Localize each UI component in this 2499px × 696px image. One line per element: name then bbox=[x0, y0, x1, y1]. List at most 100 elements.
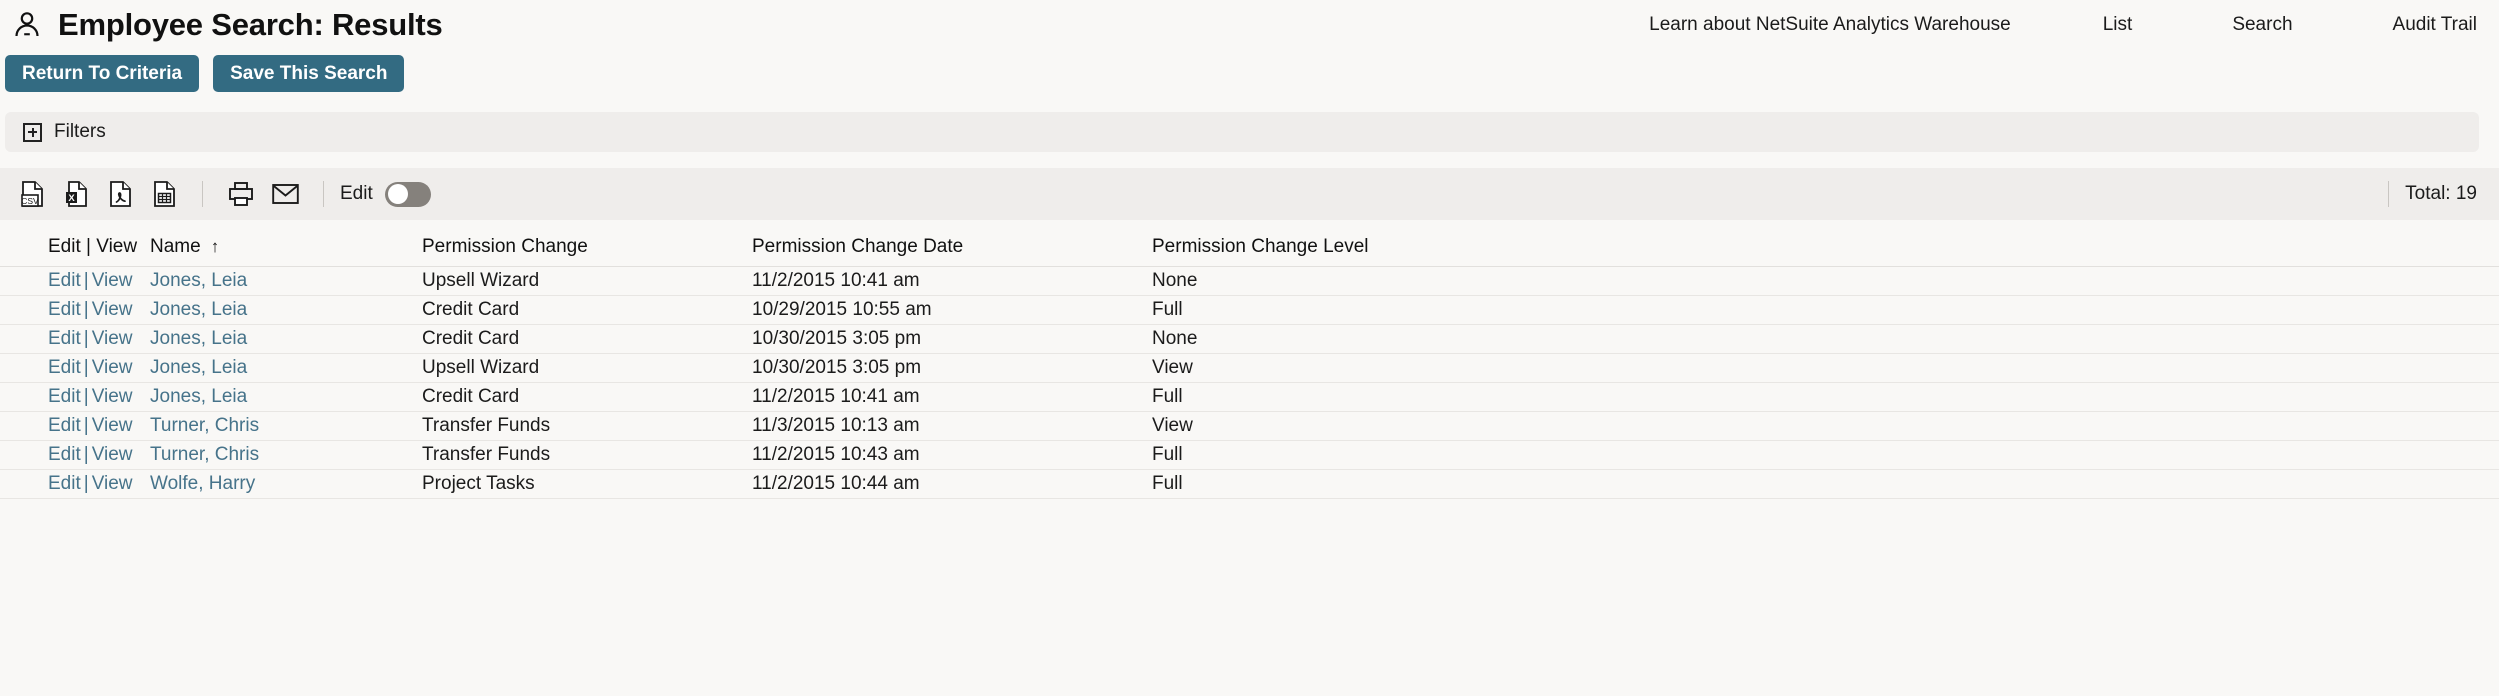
page-header: Employee Search: Results Learn about Net… bbox=[0, 0, 2499, 50]
row-view-link[interactable]: View bbox=[92, 299, 133, 320]
row-permission-change-date-cell: 11/3/2015 10:13 am bbox=[752, 411, 1152, 440]
row-permission-change-date-cell: 11/2/2015 10:44 am bbox=[752, 469, 1152, 498]
row-actions-cell: Edit|View bbox=[0, 353, 150, 382]
row-name-cell: Jones, Leia bbox=[150, 324, 422, 353]
row-permission-change-level-cell: Full bbox=[1152, 469, 2499, 498]
row-name-cell: Jones, Leia bbox=[150, 295, 422, 324]
print-icon[interactable] bbox=[219, 176, 263, 212]
column-header-permission-change-level[interactable]: Permission Change Level bbox=[1152, 220, 2499, 266]
column-header-edit-view[interactable]: Edit | View bbox=[0, 220, 150, 266]
row-permission-change-date-cell: 11/2/2015 10:41 am bbox=[752, 382, 1152, 411]
toggle-knob bbox=[388, 184, 408, 204]
nav-search[interactable]: Search bbox=[2232, 10, 2292, 40]
row-permission-change-level-cell: Full bbox=[1152, 440, 2499, 469]
row-edit-link[interactable]: Edit bbox=[48, 444, 81, 465]
save-this-search-button[interactable]: Save This Search bbox=[213, 55, 404, 92]
email-icon[interactable] bbox=[263, 176, 307, 212]
nav-learn-analytics[interactable]: Learn about NetSuite Analytics Warehouse bbox=[1649, 10, 2011, 40]
export-csv-icon[interactable]: CSV bbox=[10, 176, 54, 212]
row-name-link[interactable]: Turner, Chris bbox=[150, 415, 259, 436]
row-action-separator: | bbox=[81, 415, 92, 436]
row-name-link[interactable]: Turner, Chris bbox=[150, 444, 259, 465]
row-view-link[interactable]: View bbox=[92, 386, 133, 407]
row-edit-link[interactable]: Edit bbox=[48, 415, 81, 436]
filters-bar[interactable]: Filters bbox=[5, 112, 2479, 152]
row-edit-link[interactable]: Edit bbox=[48, 473, 81, 494]
row-name-link[interactable]: Jones, Leia bbox=[150, 386, 247, 407]
header-nav: Learn about NetSuite Analytics Warehouse… bbox=[1649, 10, 2477, 40]
row-name-link[interactable]: Wolfe, Harry bbox=[150, 473, 255, 494]
row-name-link[interactable]: Jones, Leia bbox=[150, 328, 247, 349]
export-spreadsheet-icon[interactable] bbox=[142, 176, 186, 212]
row-permission-change-level-cell: Full bbox=[1152, 295, 2499, 324]
edit-mode-toggle[interactable] bbox=[385, 182, 431, 207]
row-actions-cell: Edit|View bbox=[0, 411, 150, 440]
table-row: Edit|ViewWolfe, HarryProject Tasks11/2/2… bbox=[0, 469, 2499, 498]
row-permission-change-cell: Upsell Wizard bbox=[422, 266, 752, 295]
toolbar-right-group: Total: 19 bbox=[2372, 181, 2477, 207]
nav-list[interactable]: List bbox=[2103, 10, 2133, 40]
page-title: Employee Search: Results bbox=[58, 7, 443, 43]
row-permission-change-cell: Credit Card bbox=[422, 295, 752, 324]
row-view-link[interactable]: View bbox=[92, 357, 133, 378]
row-actions-cell: Edit|View bbox=[0, 295, 150, 324]
row-action-separator: | bbox=[81, 299, 92, 320]
toolbar-separator-3 bbox=[2388, 181, 2389, 207]
row-name-link[interactable]: Jones, Leia bbox=[150, 357, 247, 378]
row-permission-change-date-cell: 11/2/2015 10:41 am bbox=[752, 266, 1152, 295]
row-edit-link[interactable]: Edit bbox=[48, 299, 81, 320]
results-toolbar: CSV X bbox=[0, 168, 2499, 220]
export-pdf-icon[interactable] bbox=[98, 176, 142, 212]
return-to-criteria-button[interactable]: Return To Criteria bbox=[5, 55, 199, 92]
row-name-cell: Turner, Chris bbox=[150, 411, 422, 440]
row-name-cell: Jones, Leia bbox=[150, 266, 422, 295]
row-name-link[interactable]: Jones, Leia bbox=[150, 270, 247, 291]
table-row: Edit|ViewJones, LeiaCredit Card11/2/2015… bbox=[0, 382, 2499, 411]
results-table-head: Edit | View Name↑ Permission Change Perm… bbox=[0, 220, 2499, 266]
row-view-link[interactable]: View bbox=[92, 473, 133, 494]
title-group: Employee Search: Results bbox=[12, 7, 443, 43]
row-permission-change-level-cell: View bbox=[1152, 353, 2499, 382]
column-header-name[interactable]: Name↑ bbox=[150, 220, 422, 266]
row-actions-cell: Edit|View bbox=[0, 469, 150, 498]
edit-toggle-group: Edit bbox=[340, 182, 431, 207]
row-view-link[interactable]: View bbox=[92, 328, 133, 349]
row-action-separator: | bbox=[81, 328, 92, 349]
table-row: Edit|ViewJones, LeiaUpsell Wizard10/30/2… bbox=[0, 353, 2499, 382]
row-permission-change-level-cell: None bbox=[1152, 324, 2499, 353]
plus-box-icon[interactable] bbox=[23, 123, 42, 142]
row-name-cell: Turner, Chris bbox=[150, 440, 422, 469]
export-excel-icon[interactable]: X bbox=[54, 176, 98, 212]
row-name-cell: Jones, Leia bbox=[150, 353, 422, 382]
row-permission-change-cell: Credit Card bbox=[422, 382, 752, 411]
action-button-row: Return To Criteria Save This Search bbox=[0, 50, 2499, 98]
results-table-wrapper: Edit | View Name↑ Permission Change Perm… bbox=[0, 220, 2499, 499]
row-action-separator: | bbox=[81, 386, 92, 407]
column-header-permission-change-date[interactable]: Permission Change Date bbox=[752, 220, 1152, 266]
sort-ascending-icon[interactable]: ↑ bbox=[201, 237, 220, 256]
table-row: Edit|ViewTurner, ChrisTransfer Funds11/3… bbox=[0, 411, 2499, 440]
column-header-permission-change[interactable]: Permission Change bbox=[422, 220, 752, 266]
row-edit-link[interactable]: Edit bbox=[48, 328, 81, 349]
table-header-row: Edit | View Name↑ Permission Change Perm… bbox=[0, 220, 2499, 266]
row-view-link[interactable]: View bbox=[92, 270, 133, 291]
row-permission-change-cell: Transfer Funds bbox=[422, 411, 752, 440]
row-edit-link[interactable]: Edit bbox=[48, 386, 81, 407]
svg-text:X: X bbox=[68, 193, 75, 204]
row-actions-cell: Edit|View bbox=[0, 324, 150, 353]
row-action-separator: | bbox=[81, 473, 92, 494]
row-action-separator: | bbox=[81, 444, 92, 465]
row-permission-change-date-cell: 11/2/2015 10:43 am bbox=[752, 440, 1152, 469]
row-edit-link[interactable]: Edit bbox=[48, 270, 81, 291]
row-permission-change-cell: Project Tasks bbox=[422, 469, 752, 498]
filters-label: Filters bbox=[54, 121, 106, 143]
row-name-cell: Wolfe, Harry bbox=[150, 469, 422, 498]
row-edit-link[interactable]: Edit bbox=[48, 357, 81, 378]
row-action-separator: | bbox=[81, 357, 92, 378]
nav-audit-trail[interactable]: Audit Trail bbox=[2393, 10, 2477, 40]
row-actions-cell: Edit|View bbox=[0, 382, 150, 411]
row-view-link[interactable]: View bbox=[92, 415, 133, 436]
row-view-link[interactable]: View bbox=[92, 444, 133, 465]
row-name-link[interactable]: Jones, Leia bbox=[150, 299, 247, 320]
row-permission-change-date-cell: 10/30/2015 3:05 pm bbox=[752, 353, 1152, 382]
